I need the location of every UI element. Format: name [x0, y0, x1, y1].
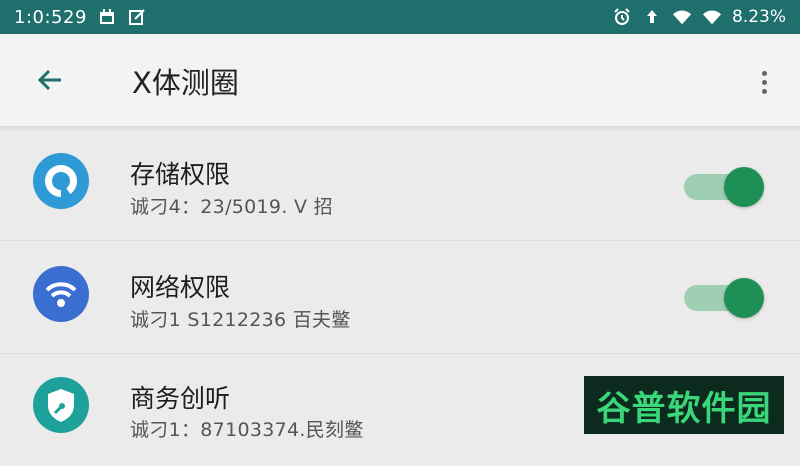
more-vert-icon — [761, 70, 767, 76]
data-icon — [642, 7, 662, 27]
permission-title: 商务创听 — [130, 384, 231, 413]
alarm-icon — [612, 7, 632, 27]
wifi-icon — [672, 7, 692, 27]
app-bar: X体测圈 — [0, 34, 800, 127]
calendar-icon — [97, 7, 117, 27]
network-permission-toggle[interactable] — [684, 278, 764, 318]
status-time: 1:0:529 — [14, 6, 87, 28]
status-bar: 1:0:529 8.23% — [0, 0, 800, 34]
permission-subtitle: 诚刁1 S1212236 百夫鳖 — [130, 309, 351, 331]
page-title: X体测圈 — [132, 66, 239, 100]
storage-icon — [33, 153, 89, 209]
permission-subtitle: 诚刁4：23/5019. V 招 — [130, 196, 333, 218]
wifi-icon — [33, 266, 89, 322]
arrow-left-icon — [37, 69, 61, 91]
list-item[interactable]: 网络权限 诚刁1 S1212236 百夫鳖 — [0, 240, 800, 354]
permission-title: 存储权限 — [130, 160, 231, 189]
edit-icon — [127, 7, 147, 27]
back-button[interactable] — [30, 60, 70, 100]
more-options-button[interactable] — [752, 64, 776, 100]
storage-permission-toggle[interactable] — [684, 167, 764, 207]
permission-title: 网络权限 — [130, 273, 231, 302]
permission-subtitle: 诚刁1：87103374.民刻鳖 — [130, 419, 364, 441]
watermark-logo: 谷普软件园 — [584, 376, 784, 434]
battery-percentage: 8.23% — [731, 7, 786, 27]
list-item[interactable]: 存储权限 诚刁4：23/5019. V 招 — [0, 127, 800, 241]
wifi-icon — [702, 7, 722, 27]
shield-icon — [33, 377, 89, 433]
